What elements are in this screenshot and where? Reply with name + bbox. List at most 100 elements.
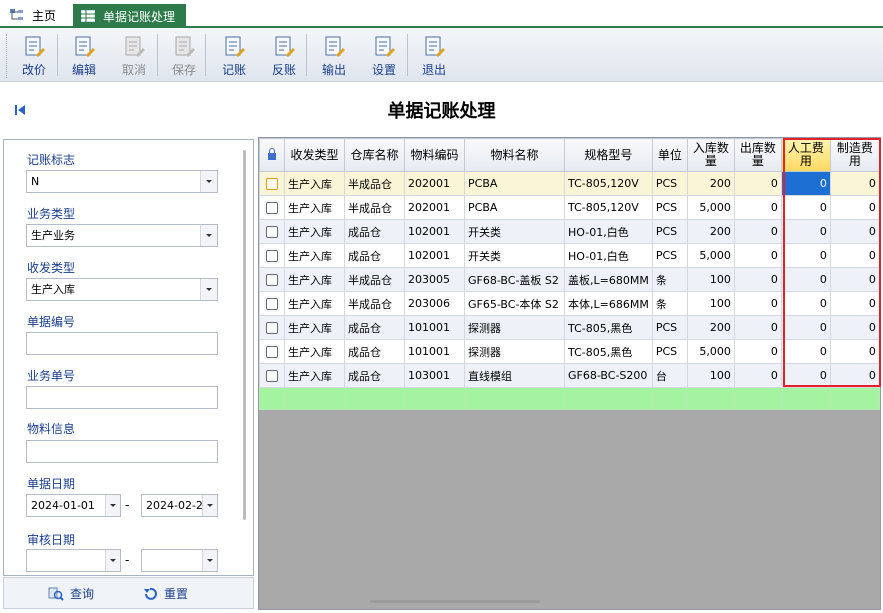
chevron-down-icon[interactable] xyxy=(200,225,217,246)
grid-cell[interactable]: 0 xyxy=(780,291,831,316)
grid-cell[interactable]: 5,000 xyxy=(686,339,735,364)
grid-cell[interactable]: 0 xyxy=(780,267,831,292)
grid-cell[interactable]: 0 xyxy=(780,363,831,388)
grid-cell[interactable]: 条 xyxy=(651,267,688,292)
grid-cell[interactable]: 0 xyxy=(780,243,831,268)
grid-cell[interactable]: 0 xyxy=(733,219,782,244)
new-row-cell[interactable] xyxy=(344,387,405,410)
new-row-cell[interactable] xyxy=(564,387,653,410)
row-checkbox[interactable] xyxy=(266,250,278,262)
row-select-cell[interactable] xyxy=(259,171,285,196)
grid-cell[interactable]: 200 xyxy=(686,315,735,340)
table-row[interactable]: 生产入库 半成品仓 203005 GF68-BC-盖板 S2 盖板,L=680MM 条 10… xyxy=(259,267,880,292)
table-row[interactable]: 生产入库 半成品仓 203006 GF65-BC-本体 S2 本体,L=686MM 条 10… xyxy=(259,291,880,316)
toolbar-button-5[interactable]: 反账 xyxy=(262,31,306,79)
grid-cell[interactable]: HO-01,白色 xyxy=(564,243,653,268)
row-select-cell[interactable] xyxy=(259,315,285,340)
col-header-labor-cost[interactable]: 人工费用 xyxy=(780,138,831,172)
chevron-down-icon[interactable] xyxy=(105,550,120,571)
grid-cell[interactable]: 半成品仓 xyxy=(344,171,405,196)
table-row[interactable]: 生产入库 成品仓 102001 开关类 HO-01,白色 PCS 200 0 0 0 xyxy=(259,219,880,244)
grid-cell[interactable]: 0 xyxy=(780,219,831,244)
grid-cell[interactable]: 生产入库 xyxy=(284,363,345,388)
grid-cell[interactable]: 成品仓 xyxy=(344,315,405,340)
grid-cell[interactable]: 直线模组 xyxy=(464,363,565,388)
tab-home[interactable]: 主页 xyxy=(10,4,56,26)
grid-cell[interactable]: 0 xyxy=(829,291,880,316)
table-row[interactable]: 生产入库 半成品仓 202001 PCBA TC-805,120V PCS 5,000 0 0 0 xyxy=(259,195,880,220)
col-header-overhead-cost[interactable]: 制造费用 xyxy=(829,138,880,172)
grid-cell[interactable]: 200 xyxy=(686,219,735,244)
grid-cell[interactable]: 0 xyxy=(829,315,880,340)
grid-cell[interactable]: 条 xyxy=(651,291,688,316)
table-row[interactable]: 生产入库 成品仓 102001 开关类 HO-01,白色 PCS 5,000 0 0 0 xyxy=(259,243,880,268)
grid-cell[interactable]: 103001 xyxy=(404,363,465,388)
grid-cell[interactable]: PCS xyxy=(651,195,688,220)
chevron-down-icon[interactable] xyxy=(105,495,120,516)
grid-cell[interactable]: 成品仓 xyxy=(344,219,405,244)
row-select-cell[interactable] xyxy=(259,219,285,244)
table-row[interactable]: 生产入库 成品仓 101001 探测器 TC-805,黑色 PCS 200 0 0 0 xyxy=(259,315,880,340)
business-type-select[interactable]: 生产业务 xyxy=(26,224,218,247)
grid-cell[interactable]: 探测器 xyxy=(464,315,565,340)
grid-cell[interactable]: 0 xyxy=(733,267,782,292)
reset-button[interactable]: 重置 xyxy=(142,585,188,602)
grid-cell[interactable]: 开关类 xyxy=(464,243,565,268)
row-select-cell[interactable] xyxy=(259,291,285,316)
grid-cell[interactable]: TC-805,黑色 xyxy=(564,315,653,340)
grid-cell[interactable]: 生产入库 xyxy=(284,339,345,364)
grid-horizontal-scrollbar[interactable] xyxy=(370,600,540,603)
col-header-material-name[interactable]: 物料名称 xyxy=(464,138,565,172)
grid-cell[interactable]: 生产入库 xyxy=(284,243,345,268)
chevron-down-icon[interactable] xyxy=(202,495,217,516)
filter-scrollbar[interactable] xyxy=(243,150,246,520)
grid-cell[interactable]: 成品仓 xyxy=(344,339,405,364)
io-type-select[interactable]: 生产入库 xyxy=(26,278,218,301)
query-button[interactable]: 查询 xyxy=(48,585,94,602)
col-header-warehouse[interactable]: 仓库名称 xyxy=(344,138,405,172)
new-row-cell[interactable] xyxy=(651,387,688,410)
toolbar-button-8[interactable]: 退出 xyxy=(412,31,456,79)
new-row-cell[interactable] xyxy=(284,387,345,410)
select-all-header[interactable] xyxy=(259,138,285,172)
row-checkbox[interactable] xyxy=(266,370,278,382)
doc-no-input[interactable] xyxy=(26,332,218,355)
col-header-out-qty[interactable]: 出库数量 xyxy=(733,138,782,172)
row-checkbox[interactable] xyxy=(266,226,278,238)
row-checkbox[interactable] xyxy=(266,202,278,214)
row-select-cell[interactable] xyxy=(259,363,285,388)
row-checkbox[interactable] xyxy=(266,178,278,190)
col-header-spec[interactable]: 规格型号 xyxy=(564,138,653,172)
new-row-cell[interactable] xyxy=(733,387,782,410)
grid-cell[interactable]: 0 xyxy=(780,171,831,196)
grid-cell[interactable]: 成品仓 xyxy=(344,243,405,268)
grid-cell[interactable]: 0 xyxy=(829,195,880,220)
grid-cell[interactable]: 102001 xyxy=(404,243,465,268)
audit-date-from[interactable] xyxy=(26,549,121,572)
toolbar-button-6[interactable]: 输出 xyxy=(312,31,356,79)
table-row[interactable]: 生产入库 半成品仓 202001 PCBA TC-805,120V PCS 200 0 0 0 xyxy=(259,171,880,196)
toolbar-button-3[interactable]: 保存 xyxy=(162,31,206,79)
grid-cell[interactable]: 0 xyxy=(780,339,831,364)
grid-cell[interactable]: 0 xyxy=(780,195,831,220)
toolbar-button-4[interactable]: 记账 xyxy=(212,31,256,79)
grid-cell[interactable]: 0 xyxy=(733,195,782,220)
chevron-down-icon[interactable] xyxy=(200,279,217,300)
business-no-input[interactable] xyxy=(26,386,218,409)
grid-cell[interactable]: TC-805,120V xyxy=(564,195,653,220)
grid-cell[interactable]: 100 xyxy=(686,291,735,316)
doc-date-from[interactable]: 2024-01-01 xyxy=(26,494,121,517)
toolbar-button-0[interactable]: 改价 xyxy=(12,31,56,79)
toolbar-button-2[interactable]: 取消 xyxy=(112,31,156,79)
tab-document-posting[interactable]: 单据记账处理 xyxy=(73,4,186,28)
grid-cell[interactable]: TC-805,黑色 xyxy=(564,339,653,364)
row-checkbox[interactable] xyxy=(266,322,278,334)
row-select-cell[interactable] xyxy=(259,195,285,220)
grid-cell[interactable]: PCS xyxy=(651,339,688,364)
table-row[interactable]: 生产入库 成品仓 103001 直线模组 GF68-BC-S200 台 100 0 0 0 xyxy=(259,363,880,388)
row-checkbox[interactable] xyxy=(266,298,278,310)
material-info-input[interactable] xyxy=(26,440,218,463)
col-header-io-type[interactable]: 收发类型 xyxy=(284,138,345,172)
grid-cell[interactable]: 台 xyxy=(651,363,688,388)
grid-cell[interactable]: 生产入库 xyxy=(284,291,345,316)
